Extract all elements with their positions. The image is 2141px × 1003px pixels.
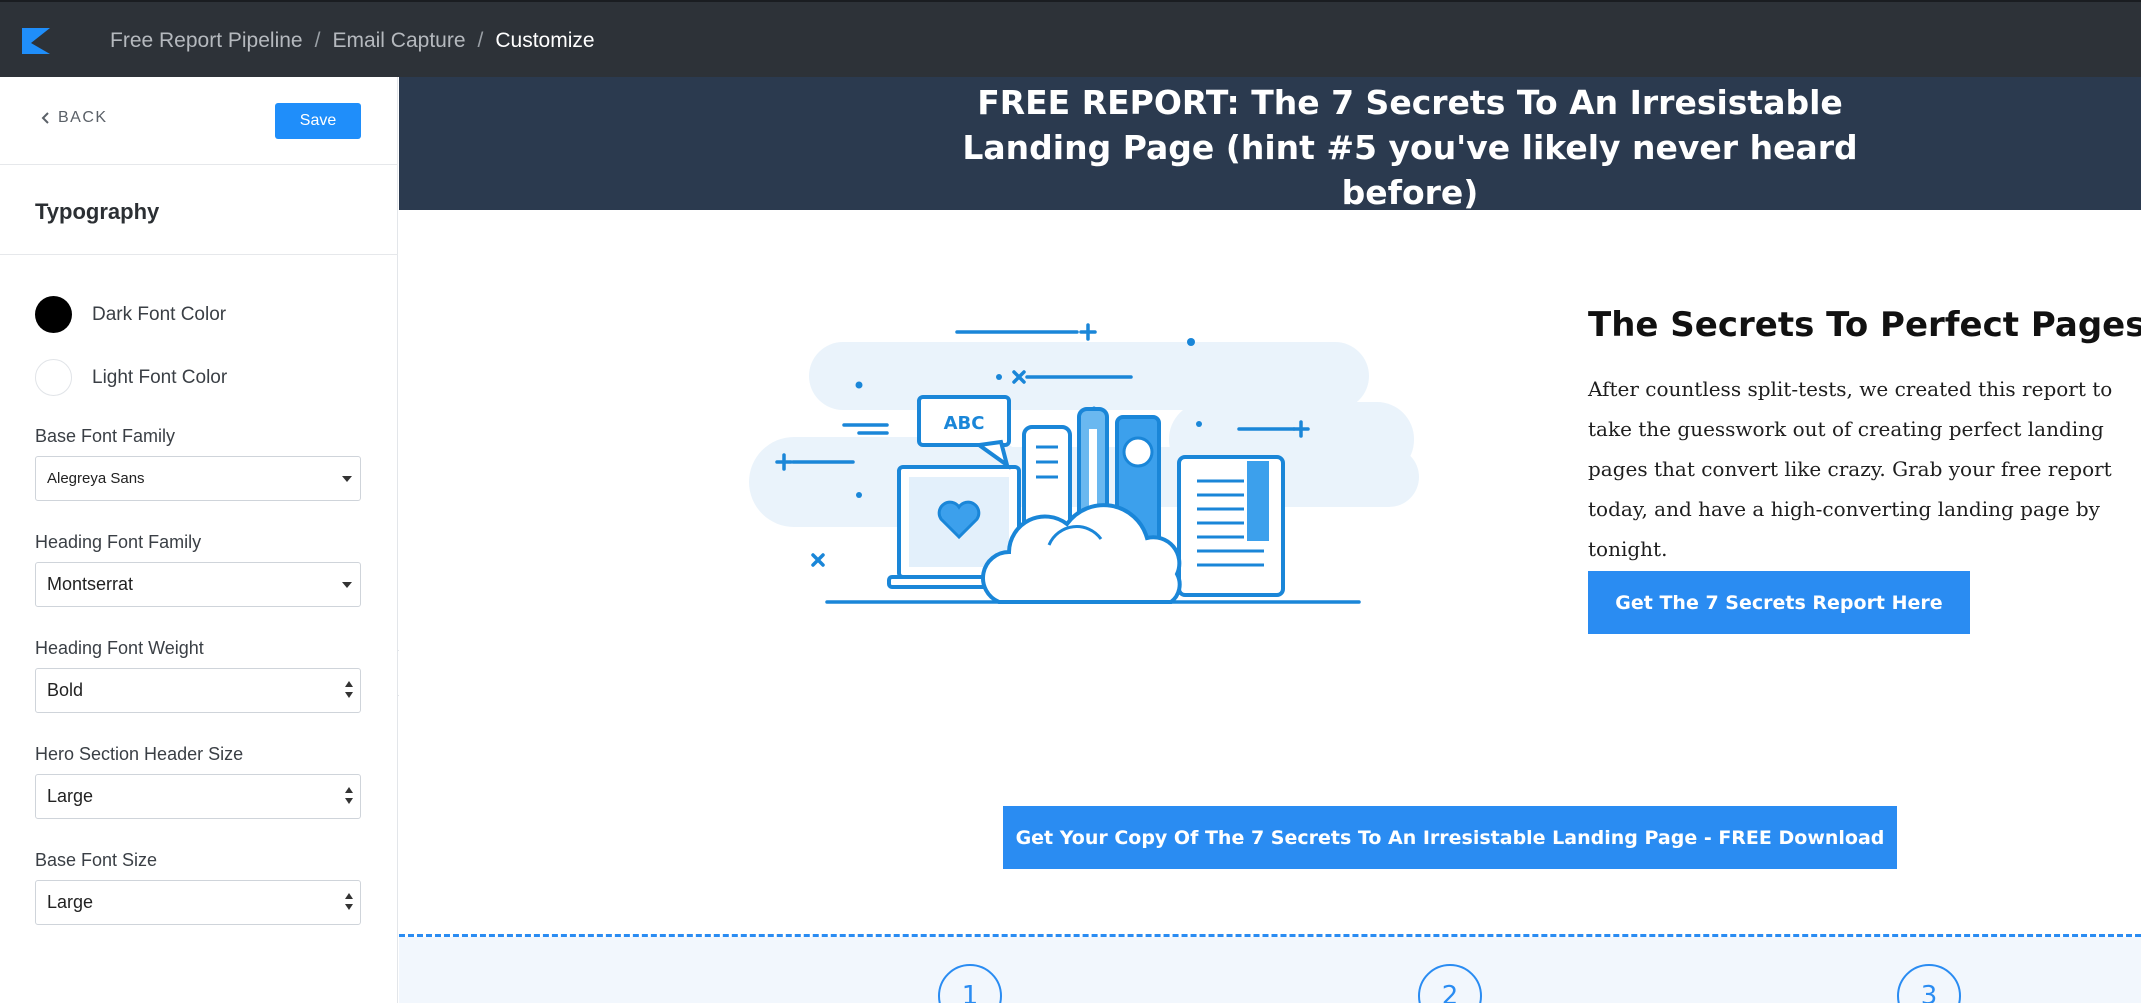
- hero-header-size-value: Large: [47, 786, 94, 806]
- base-font-family-select[interactable]: Alegreya Sans: [35, 456, 361, 501]
- light-font-color-label: Light Font Color: [92, 366, 228, 388]
- heading-font-weight-select[interactable]: Bold: [35, 668, 361, 713]
- dark-font-color-row[interactable]: Dark Font Color: [35, 296, 226, 333]
- dark-font-color-label: Dark Font Color: [92, 303, 227, 325]
- content-title[interactable]: The Secrets To Perfect Pages: [1588, 305, 2141, 345]
- breadcrumb-separator: /: [314, 28, 321, 52]
- top-bar: Free Report Pipeline / Email Capture / C…: [0, 0, 2141, 77]
- landing-page-illustration: ABC: [749, 323, 1419, 604]
- hero-band: FREE REPORT: The 7 Secrets To An Irresis…: [399, 77, 2141, 212]
- caret-down-icon: [342, 476, 352, 482]
- breadcrumb: Free Report Pipeline / Email Capture / C…: [110, 2, 595, 79]
- chevron-left-icon: [41, 112, 49, 124]
- breadcrumb-item-email-capture[interactable]: Email Capture: [332, 29, 465, 53]
- updown-caret-icon: [345, 681, 353, 701]
- hero-header-size-label: Hero Section Header Size: [35, 744, 244, 764]
- svg-text:ABC: ABC: [944, 413, 985, 434]
- heading-font-family-value: Montserrat: [47, 574, 134, 594]
- hero-header-size-select[interactable]: Large: [35, 774, 361, 819]
- divider: [0, 254, 398, 255]
- section-title: Typography: [35, 199, 160, 224]
- breadcrumb-separator: /: [477, 28, 484, 52]
- light-font-color-row[interactable]: Light Font Color: [35, 359, 227, 396]
- back-label: BACK: [58, 109, 108, 126]
- updown-caret-icon: [345, 787, 353, 807]
- updown-caret-icon: [345, 893, 353, 913]
- caret-down-icon: [342, 582, 352, 588]
- back-button[interactable]: BACK: [38, 109, 108, 127]
- heading-font-family-select[interactable]: Montserrat: [35, 562, 361, 607]
- base-font-family-label: Base Font Family: [35, 426, 176, 446]
- free-download-button[interactable]: Get Your Copy Of The 7 Secrets To An Irr…: [1003, 806, 1897, 869]
- base-font-family-value: Alegreya Sans: [47, 470, 145, 487]
- content-body[interactable]: After countless split-tests, we created …: [1588, 369, 2133, 569]
- base-font-size-value: Large: [47, 892, 94, 912]
- brand-logo-icon[interactable]: [22, 28, 50, 54]
- breadcrumb-item-customize: Customize: [495, 28, 595, 52]
- heading-font-family-label: Heading Font Family: [35, 532, 202, 552]
- heading-font-weight-label: Heading Font Weight: [35, 638, 204, 658]
- dark-font-color-swatch[interactable]: [35, 296, 72, 333]
- steps-section: [399, 937, 2141, 1003]
- light-font-color-swatch[interactable]: [35, 359, 72, 396]
- hero-title[interactable]: FREE REPORT: The 7 Secrets To An Irresis…: [910, 80, 1910, 215]
- get-report-button[interactable]: Get The 7 Secrets Report Here: [1588, 571, 1970, 634]
- customize-sidebar: BACK Save Typography Dark Font Color Lig…: [0, 77, 398, 1003]
- sidebar-header: BACK Save: [0, 77, 398, 165]
- heading-font-weight-value: Bold: [47, 680, 84, 700]
- base-font-size-select[interactable]: Large: [35, 880, 361, 925]
- save-button[interactable]: Save: [275, 103, 361, 139]
- base-font-size-label: Base Font Size: [35, 850, 158, 870]
- page-preview: FREE REPORT: The 7 Secrets To An Irresis…: [399, 77, 2141, 1003]
- breadcrumb-item-pipeline[interactable]: Free Report Pipeline: [110, 29, 303, 53]
